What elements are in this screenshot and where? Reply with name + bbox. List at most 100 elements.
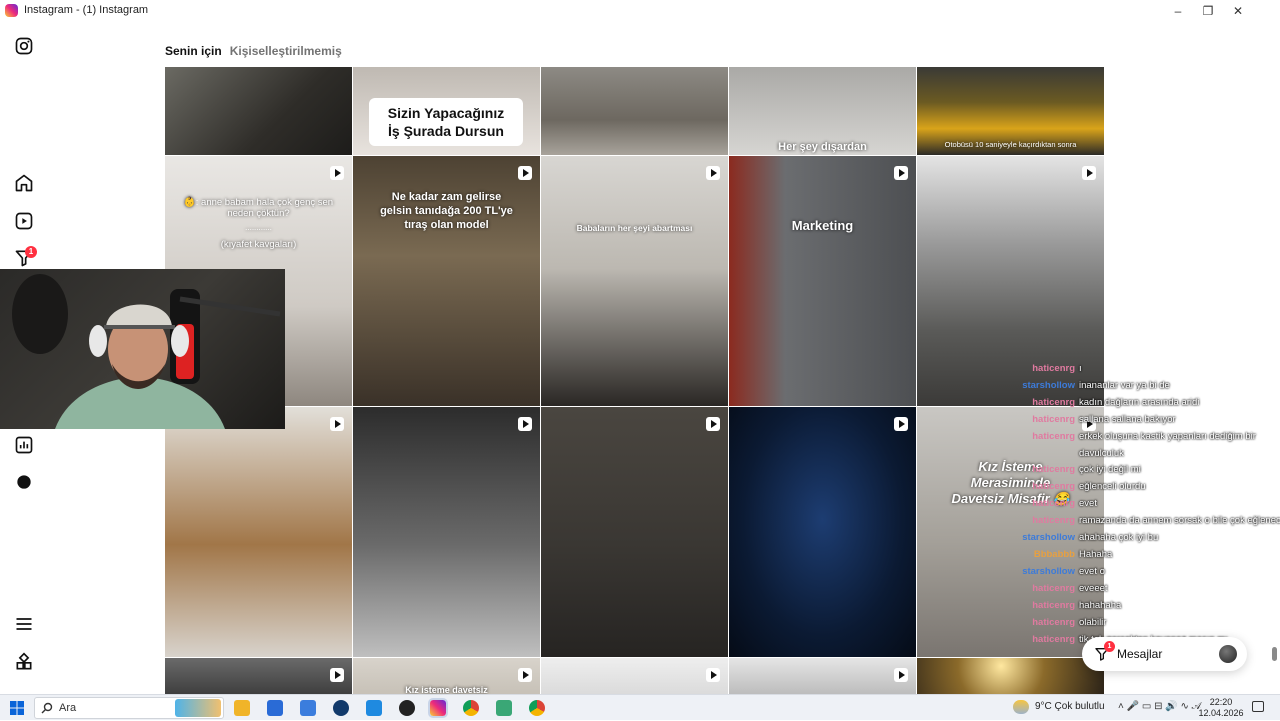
grid-tile[interactable] bbox=[541, 407, 728, 657]
messages-button[interactable]: 1 Mesajlar bbox=[1082, 637, 1247, 671]
messages-badge: 1 bbox=[1104, 641, 1115, 652]
reel-icon bbox=[894, 166, 908, 180]
taskbar-clock[interactable]: 22:20 12.04.2026 bbox=[1196, 697, 1246, 719]
app-icon[interactable] bbox=[267, 700, 283, 716]
grid-tile[interactable] bbox=[353, 407, 540, 657]
app-icon[interactable] bbox=[366, 700, 382, 716]
instagram-taskbar-icon[interactable] bbox=[428, 698, 448, 718]
chat-message: haticenrg erkek oluşuna kastik yapanları … bbox=[1015, 429, 1280, 446]
maximize-button[interactable]: ❐ bbox=[1198, 3, 1218, 19]
reel-icon bbox=[1082, 166, 1096, 180]
grid-tile[interactable]: Ne kadar zam gelirse gelsin tanıdağa 200… bbox=[353, 156, 540, 406]
chat-username: haticenrg bbox=[1032, 599, 1075, 611]
feed-tabs: Senin için Kişiselleştirilmemiş bbox=[165, 44, 342, 62]
tile-caption: ............ bbox=[245, 223, 272, 232]
grid-tile[interactable] bbox=[917, 658, 1104, 694]
reel-icon bbox=[894, 417, 908, 431]
chat-username: haticenrg bbox=[1032, 396, 1075, 408]
chrome-icon[interactable] bbox=[529, 700, 545, 716]
chat-username: haticenrg bbox=[1032, 481, 1075, 493]
chat-text: ı bbox=[1079, 363, 1082, 374]
tab-not-personalized[interactable]: Kişiselleştirilmemiş bbox=[230, 44, 342, 62]
close-button[interactable]: ✕ bbox=[1228, 3, 1248, 19]
tile-caption: (kıyafet kavgaları) bbox=[220, 239, 297, 250]
chat-username: starshollow bbox=[1022, 565, 1075, 577]
chat-text: kadın dağların arasında aridi bbox=[1079, 396, 1200, 408]
app-icon[interactable] bbox=[399, 700, 415, 716]
profile-avatar[interactable] bbox=[14, 472, 34, 492]
insights-icon[interactable] bbox=[14, 435, 34, 455]
grid-tile[interactable] bbox=[729, 658, 916, 694]
reel-icon bbox=[706, 417, 720, 431]
reel-icon bbox=[518, 668, 532, 682]
home-icon[interactable] bbox=[14, 173, 34, 193]
chat-message: starshollow evet o bbox=[1015, 564, 1280, 581]
windows-taskbar: Ara 9°C Çok bulutlu ˄ 🎤 ▭ ⊟ 🔊 ∿ 𝒜 22:20 … bbox=[0, 694, 1280, 720]
chat-text: evet bbox=[1079, 498, 1097, 510]
chat-username: haticenrg bbox=[1032, 616, 1075, 628]
chat-text: eğlenceli olurdu bbox=[1079, 481, 1146, 493]
grid-tile[interactable] bbox=[541, 658, 728, 694]
grid-tile[interactable] bbox=[165, 658, 352, 694]
notification-center-icon[interactable] bbox=[1252, 701, 1264, 712]
grid-tile[interactable]: Sizin Yapacağınız İş Şurada Dursun bbox=[353, 67, 540, 155]
chat-text: eveeet bbox=[1079, 582, 1108, 594]
grid-tile[interactable] bbox=[729, 407, 916, 657]
grid-tile[interactable]: Her şey dışardan bbox=[729, 67, 916, 155]
reels-icon[interactable] bbox=[14, 211, 34, 231]
file-explorer-icon[interactable] bbox=[234, 700, 250, 716]
grid-tile[interactable]: Marketing bbox=[729, 156, 916, 406]
search-highlight-image bbox=[175, 699, 221, 717]
grid-tile[interactable] bbox=[165, 407, 352, 657]
chat-text: davulculuk bbox=[1079, 447, 1124, 459]
chat-username: starshollow bbox=[1022, 532, 1075, 544]
window-title: Instagram - (1) Instagram bbox=[24, 4, 149, 16]
chat-text: ramazanda da annem sorsak o bile çok eğl… bbox=[1079, 515, 1280, 527]
chat-message: haticenrg kadın dağların arasında aridi bbox=[1015, 395, 1280, 412]
windows-start-icon[interactable] bbox=[9, 700, 25, 716]
minimize-button[interactable]: – bbox=[1168, 3, 1188, 19]
chat-username: haticenrg bbox=[1032, 582, 1075, 594]
window-titlebar: Instagram - (1) Instagram – ❐ ✕ bbox=[0, 0, 1280, 22]
tray-icons[interactable]: ˄ 🎤 ▭ ⊟ 🔊 ∿ 𝒜 bbox=[1118, 701, 1201, 712]
chat-username: haticenrg bbox=[1032, 498, 1075, 510]
chat-message: starshollow ahahaha çok iyi bu bbox=[1015, 530, 1280, 547]
chat-username: haticenrg bbox=[1032, 464, 1075, 476]
chat-message: haticenrg eveeet bbox=[1015, 581, 1280, 598]
chat-message: Bbbabbb Hahaha bbox=[1015, 547, 1280, 564]
weather-icon bbox=[1013, 700, 1029, 714]
chat-message: davulculuk bbox=[1015, 446, 1280, 463]
notifications-badge: 1 bbox=[25, 246, 37, 258]
grid-tile[interactable]: Kız isteme davetsiz bbox=[353, 658, 540, 694]
menu-icon[interactable] bbox=[14, 614, 34, 634]
reel-icon bbox=[894, 668, 908, 682]
chat-message: haticenrg hahahaha bbox=[1015, 598, 1280, 615]
stream-chat: haticenrg ı starshollow inananlar var ya bi… bbox=[1015, 361, 1280, 651]
weather-text[interactable]: 9°C Çok bulutlu bbox=[1035, 701, 1105, 712]
tab-for-you[interactable]: Senin için bbox=[165, 44, 222, 62]
streamer-figure bbox=[12, 274, 281, 429]
scrollbar-thumb[interactable] bbox=[1272, 647, 1277, 661]
app-icon[interactable] bbox=[496, 700, 512, 716]
chat-text: Hahaha bbox=[1079, 548, 1113, 560]
chrome-icon[interactable] bbox=[463, 700, 479, 716]
grid-tile[interactable]: Otobüsü 10 saniyeyle kaçırdıktan sonra bbox=[917, 67, 1104, 155]
app-icon[interactable] bbox=[333, 700, 349, 716]
chat-message: haticenrg evet bbox=[1015, 496, 1280, 513]
chat-message: haticenrg sallana sallana bakıyor bbox=[1015, 412, 1280, 429]
chat-username: haticenrg bbox=[1032, 413, 1075, 425]
chat-username: haticenrg bbox=[1032, 633, 1075, 645]
instagram-icon[interactable] bbox=[14, 36, 34, 56]
instagram-app-icon bbox=[5, 4, 18, 17]
grid-tile[interactable] bbox=[165, 67, 352, 155]
explore-grid: Sizin Yapacağınız İş Şurada Dursun Her ş… bbox=[165, 67, 1105, 694]
reel-icon bbox=[330, 417, 344, 431]
apps-icon[interactable] bbox=[14, 652, 34, 672]
taskbar-search-box[interactable]: Ara bbox=[34, 697, 224, 719]
taskbar-search-label: Ara bbox=[59, 702, 77, 714]
grid-tile[interactable] bbox=[541, 67, 728, 155]
chat-text: sallana sallana bakıyor bbox=[1079, 413, 1176, 425]
chat-message: starshollow inananlar var ya bi de bbox=[1015, 378, 1280, 395]
store-icon[interactable] bbox=[300, 700, 316, 716]
grid-tile[interactable]: Babaların her şeyi abartması bbox=[541, 156, 728, 406]
